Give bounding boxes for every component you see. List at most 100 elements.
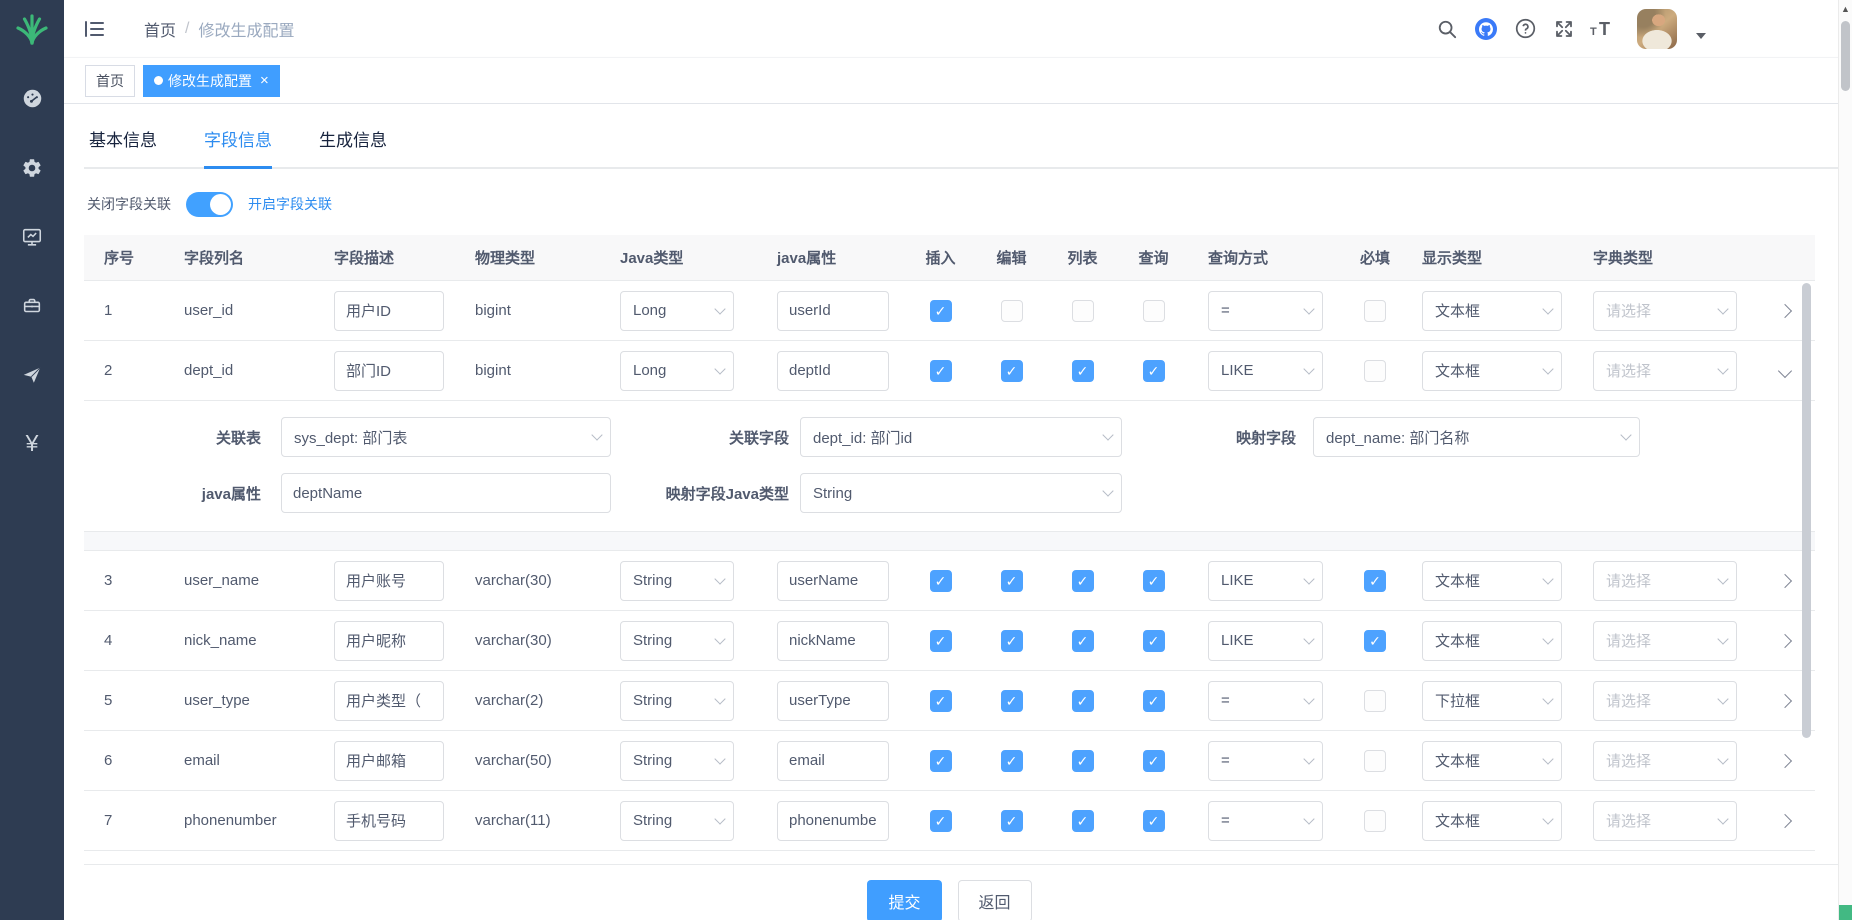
java-attr-input[interactable] — [777, 621, 889, 661]
sidebar-item-dashboard[interactable] — [0, 64, 64, 133]
sidebar-item-system[interactable] — [0, 133, 64, 202]
query-checkbox[interactable] — [1143, 570, 1165, 592]
query-checkbox[interactable] — [1143, 300, 1165, 322]
github-icon[interactable] — [1473, 16, 1499, 42]
chevron-down-icon[interactable] — [1696, 33, 1706, 39]
java-attr-input[interactable] — [777, 561, 889, 601]
edit-checkbox[interactable] — [1001, 630, 1023, 652]
required-checkbox[interactable] — [1364, 630, 1386, 652]
display-type-select[interactable]: 文本框 — [1422, 561, 1562, 601]
sidebar-item-finance[interactable]: ¥ — [0, 409, 64, 478]
map-field-select[interactable]: dept_name: 部门名称 — [1313, 417, 1640, 457]
column-desc-input[interactable] — [334, 621, 444, 661]
java-type-select[interactable]: String — [620, 621, 734, 661]
assoc-table-select[interactable]: sys_dept: 部门表 — [281, 417, 611, 457]
required-checkbox[interactable] — [1364, 300, 1386, 322]
edit-checkbox[interactable] — [1001, 750, 1023, 772]
query-checkbox[interactable] — [1143, 810, 1165, 832]
expand-row-icon[interactable] — [1778, 633, 1792, 647]
assoc-field-select[interactable]: dept_id: 部门id — [800, 417, 1122, 457]
collapse-row-icon[interactable] — [1778, 363, 1792, 377]
required-checkbox[interactable] — [1364, 750, 1386, 772]
avatar[interactable] — [1637, 9, 1677, 49]
page-scrollbar[interactable]: ▲ — [1838, 0, 1852, 920]
expand-row-icon[interactable] — [1778, 303, 1792, 317]
font-size-icon[interactable]: T T — [1590, 16, 1616, 42]
java-attr-input[interactable] — [777, 801, 889, 841]
edit-checkbox[interactable] — [1001, 690, 1023, 712]
column-desc-input[interactable] — [334, 291, 444, 331]
edit-checkbox[interactable] — [1001, 810, 1023, 832]
query-checkbox[interactable] — [1143, 630, 1165, 652]
query-type-select[interactable]: LIKE — [1208, 351, 1323, 391]
query-type-select[interactable]: LIKE — [1208, 621, 1323, 661]
column-desc-input[interactable] — [334, 801, 444, 841]
close-icon[interactable]: × — [260, 72, 269, 89]
column-desc-input[interactable] — [334, 741, 444, 781]
edit-checkbox[interactable] — [1001, 360, 1023, 382]
required-checkbox[interactable] — [1364, 810, 1386, 832]
edit-checkbox[interactable] — [1001, 570, 1023, 592]
query-type-select[interactable]: = — [1208, 801, 1323, 841]
insert-checkbox[interactable] — [930, 750, 952, 772]
list-checkbox[interactable] — [1072, 630, 1094, 652]
app-logo[interactable] — [0, 0, 64, 58]
display-type-select[interactable]: 文本框 — [1422, 291, 1562, 331]
display-type-select[interactable]: 文本框 — [1422, 351, 1562, 391]
java-attr-input[interactable] — [777, 681, 889, 721]
submit-button[interactable]: 提交 — [867, 880, 941, 920]
query-type-select[interactable]: = — [1208, 741, 1323, 781]
sidebar-item-monitor[interactable] — [0, 202, 64, 271]
list-checkbox[interactable] — [1072, 570, 1094, 592]
question-icon[interactable] — [1512, 16, 1538, 42]
association-toggle[interactable] — [186, 192, 233, 217]
java-attr-input[interactable] — [777, 291, 889, 331]
expand-row-icon[interactable] — [1778, 753, 1792, 767]
query-checkbox[interactable] — [1143, 750, 1165, 772]
scrollbar-thumb[interactable] — [1841, 21, 1850, 91]
insert-checkbox[interactable] — [930, 810, 952, 832]
insert-checkbox[interactable] — [930, 690, 952, 712]
map-java-type-select[interactable]: String — [800, 473, 1122, 513]
display-type-select[interactable]: 文本框 — [1422, 801, 1562, 841]
display-type-select[interactable]: 文本框 — [1422, 621, 1562, 661]
java-type-select[interactable]: String — [620, 741, 734, 781]
insert-checkbox[interactable] — [930, 630, 952, 652]
tab-field-info[interactable]: 字段信息 — [204, 126, 272, 167]
java-type-select[interactable]: String — [620, 561, 734, 601]
insert-checkbox[interactable] — [930, 570, 952, 592]
dict-type-select[interactable]: 请选择 — [1593, 291, 1737, 331]
display-type-select[interactable]: 下拉框 — [1422, 681, 1562, 721]
sidebar-item-guide[interactable] — [0, 340, 64, 409]
java-type-select[interactable]: Long — [620, 291, 734, 331]
java-type-select[interactable]: Long — [620, 351, 734, 391]
java-attr-input[interactable] — [777, 741, 889, 781]
list-checkbox[interactable] — [1072, 300, 1094, 322]
table-scrollbar[interactable] — [1802, 283, 1811, 738]
search-icon[interactable] — [1434, 16, 1460, 42]
query-type-select[interactable]: = — [1208, 291, 1323, 331]
sidebar-item-tools[interactable] — [0, 271, 64, 340]
insert-checkbox[interactable] — [930, 300, 952, 322]
query-checkbox[interactable] — [1143, 690, 1165, 712]
java-attr-input[interactable] — [777, 351, 889, 391]
dict-type-select[interactable]: 请选择 — [1593, 351, 1737, 391]
column-desc-input[interactable] — [334, 681, 444, 721]
dict-type-select[interactable]: 请选择 — [1593, 621, 1737, 661]
query-type-select[interactable]: LIKE — [1208, 561, 1323, 601]
insert-checkbox[interactable] — [930, 360, 952, 382]
tag-home[interactable]: 首页 — [85, 65, 135, 97]
breadcrumb-home[interactable]: 首页 — [144, 17, 176, 41]
column-desc-input[interactable] — [334, 351, 444, 391]
expand-row-icon[interactable] — [1778, 693, 1792, 707]
required-checkbox[interactable] — [1364, 570, 1386, 592]
tag-current[interactable]: 修改生成配置× — [143, 65, 280, 97]
fullscreen-icon[interactable] — [1551, 16, 1577, 42]
dict-type-select[interactable]: 请选择 — [1593, 801, 1737, 841]
dict-type-select[interactable]: 请选择 — [1593, 681, 1737, 721]
list-checkbox[interactable] — [1072, 750, 1094, 772]
list-checkbox[interactable] — [1072, 690, 1094, 712]
expand-row-icon[interactable] — [1778, 813, 1792, 827]
java-type-select[interactable]: String — [620, 801, 734, 841]
expand-row-icon[interactable] — [1778, 573, 1792, 587]
